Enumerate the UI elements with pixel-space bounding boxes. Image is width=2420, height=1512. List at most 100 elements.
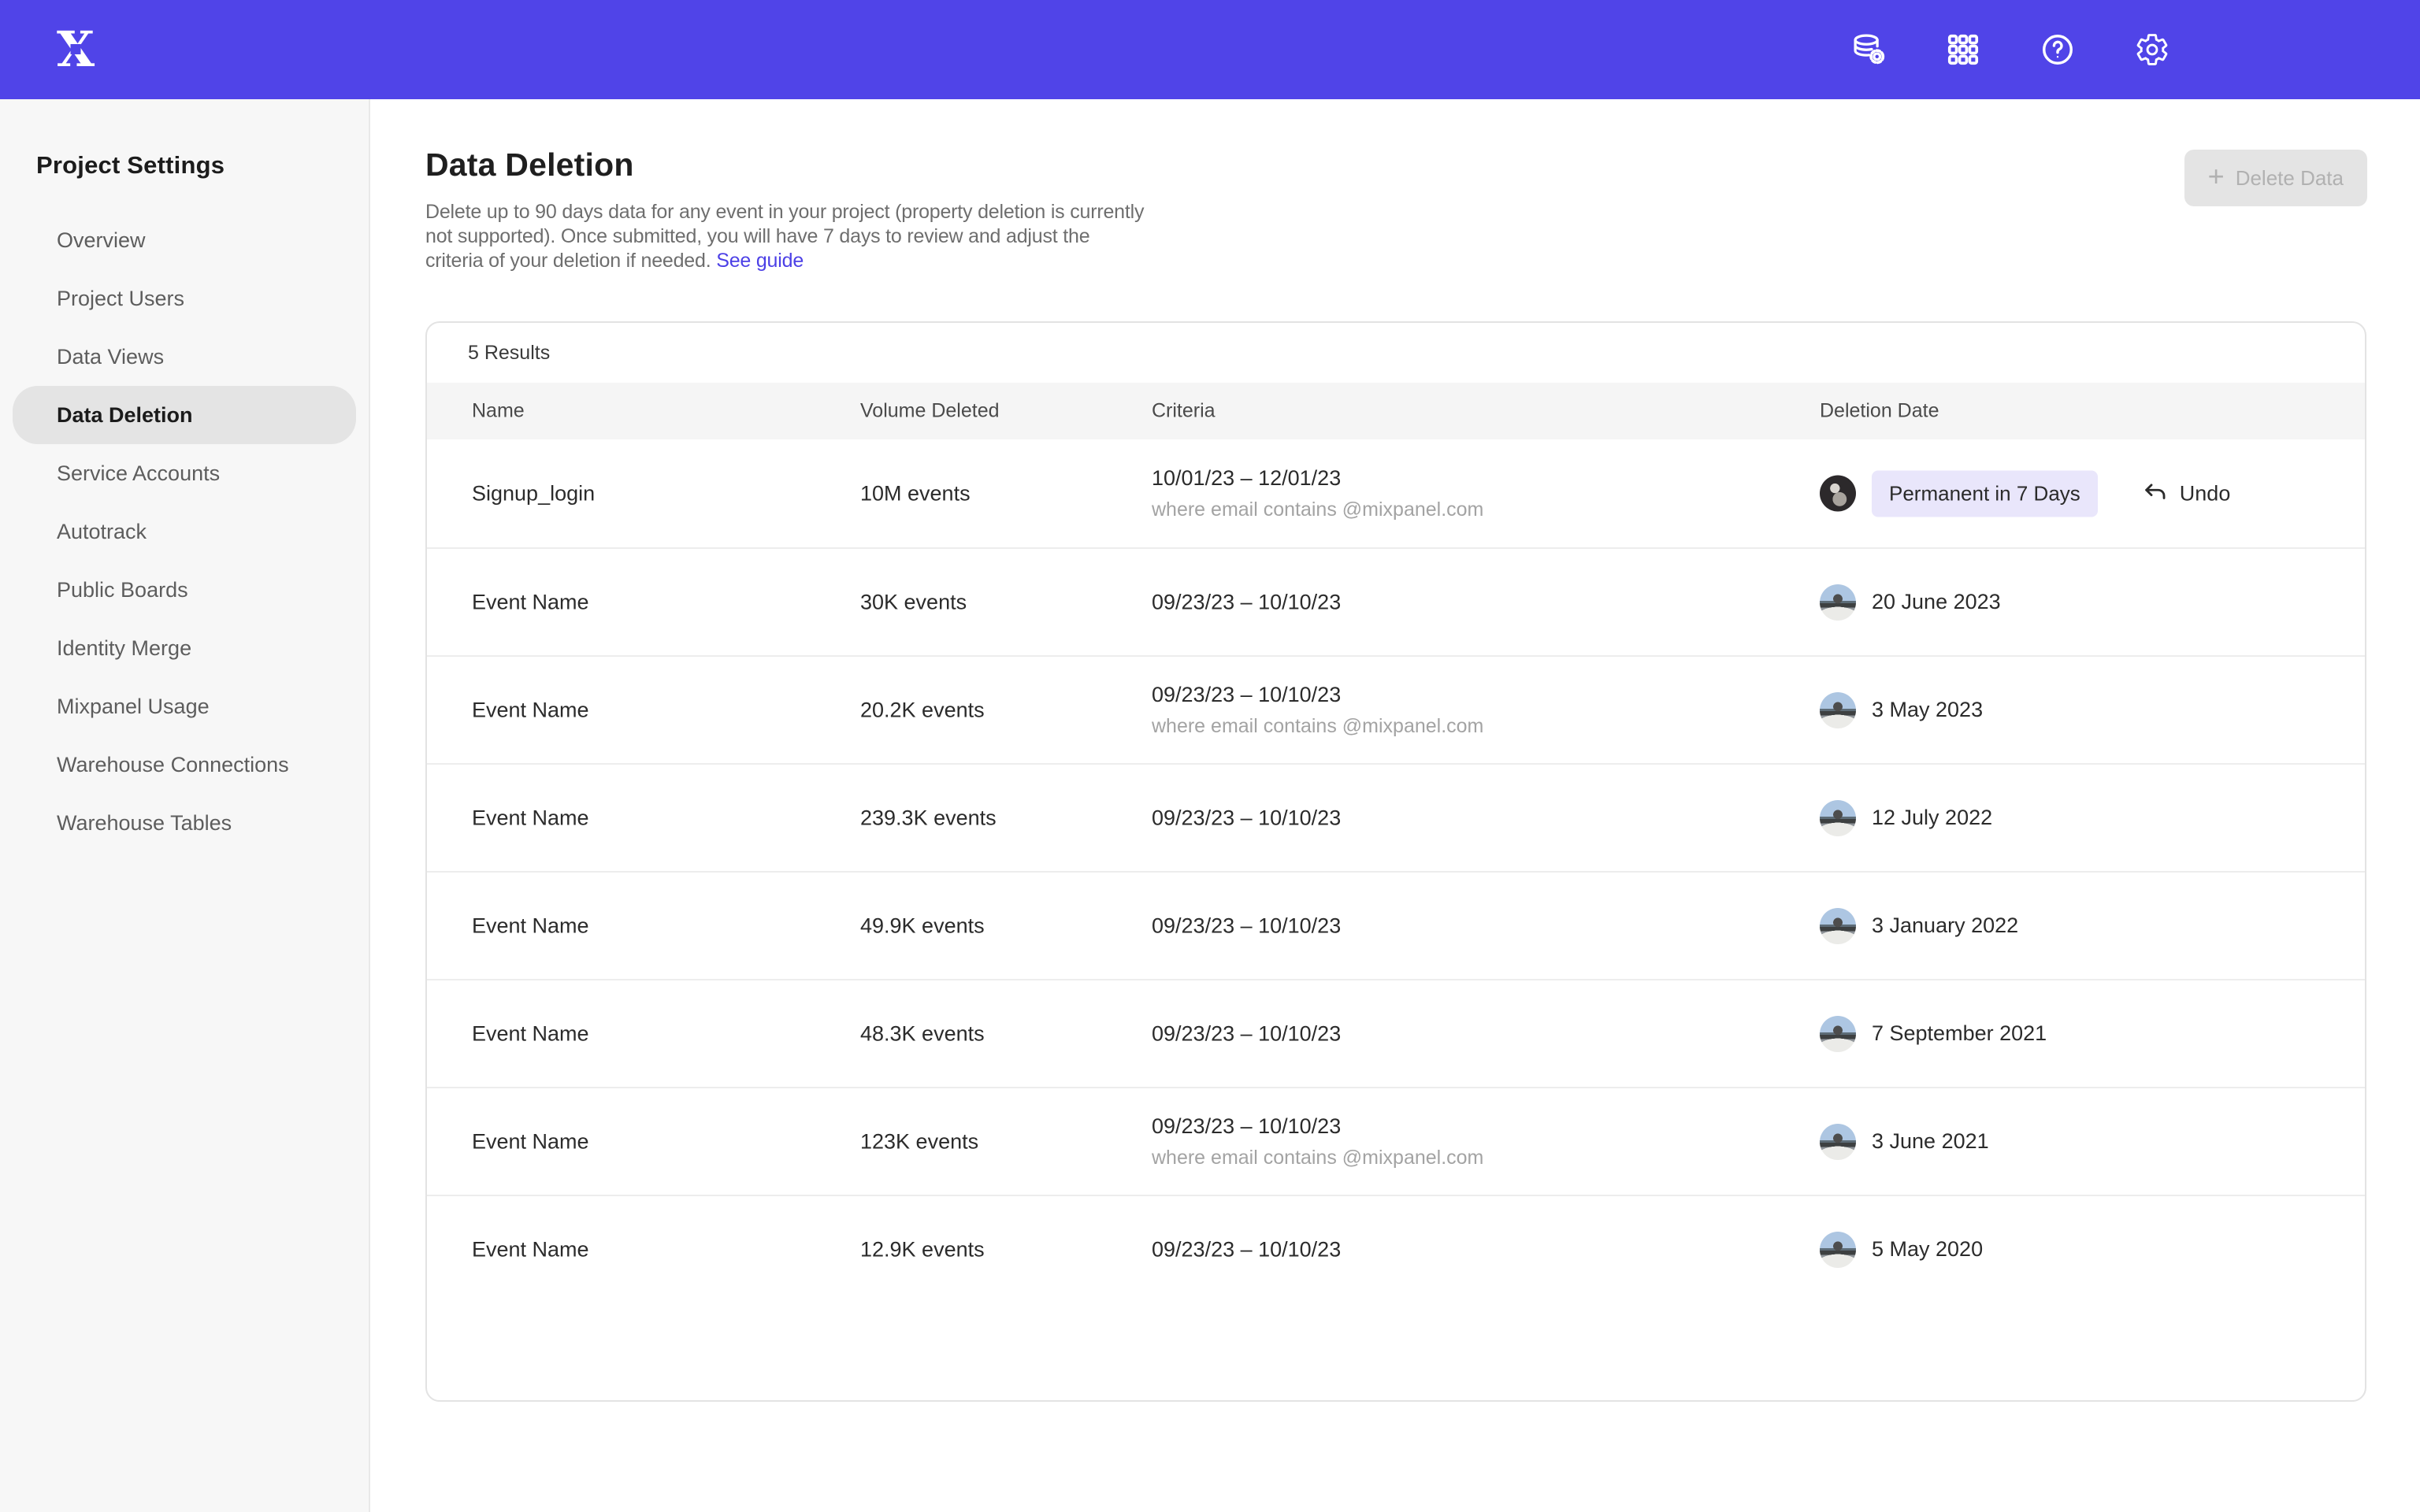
cell-criteria: 09/23/23 – 10/10/23 where email contains …	[1152, 683, 1483, 738]
sidebar-item-data-views[interactable]: Data Views	[13, 328, 356, 386]
cell-name: Event Name	[472, 1129, 589, 1154]
undo-label: Undo	[2180, 481, 2231, 506]
cell-deletion-date: 7 September 2021	[1820, 1016, 2047, 1052]
table-row: Event Name 12.9K events 09/23/23 – 10/10/2…	[427, 1195, 2365, 1303]
undo-button[interactable]: Undo	[2142, 480, 2231, 507]
sidebar-item-identity-merge[interactable]: Identity Merge	[13, 619, 356, 677]
cell-volume-deleted: 48.3K events	[860, 1021, 985, 1046]
cell-criteria: 09/23/23 – 10/10/23	[1152, 914, 1341, 938]
sidebar-title: Project Settings	[0, 99, 369, 180]
cell-deletion-date: 20 June 2023	[1820, 584, 2001, 621]
settings-icon[interactable]	[2133, 31, 2171, 69]
table-row: Event Name 48.3K events 09/23/23 – 10/10/2…	[427, 979, 2365, 1087]
deletion-date-value: 7 September 2021	[1872, 1021, 2047, 1046]
sidebar-item-warehouse-connections[interactable]: Warehouse Connections	[13, 736, 356, 794]
cell-deletion-date: 12 July 2022	[1820, 800, 1992, 836]
user-avatar	[1820, 692, 1856, 728]
table-body: Signup_login 10M events 10/01/23 – 12/01/2…	[427, 439, 2365, 1303]
page-title: Data Deletion	[425, 146, 634, 183]
criteria-range: 09/23/23 – 10/10/23	[1152, 914, 1341, 938]
mixpanel-logo[interactable]: X	[44, 18, 107, 81]
criteria-range: 09/23/23 – 10/10/23	[1152, 806, 1341, 830]
main-content: Data Deletion Delete up to 90 days data …	[370, 99, 2420, 1512]
cell-criteria: 09/23/23 – 10/10/23	[1152, 806, 1341, 830]
cell-deletion-date: 3 May 2023	[1820, 692, 1983, 728]
mixpanel-logo-hole	[71, 44, 81, 54]
see-guide-link[interactable]: See guide	[716, 250, 804, 272]
data-management-icon[interactable]	[1850, 31, 1887, 69]
top-navigation-bar: X	[0, 0, 2420, 99]
cell-volume-deleted: 239.3K events	[860, 806, 997, 830]
cell-volume-deleted: 12.9K events	[860, 1237, 985, 1262]
deletion-date-value: 3 June 2021	[1872, 1129, 1989, 1154]
table-header-row: NameVolume DeletedCriteriaDeletion Date	[427, 383, 2365, 439]
sidebar-item-warehouse-tables[interactable]: Warehouse Tables	[13, 794, 356, 852]
table-row: Event Name 123K events 09/23/23 – 10/10/23…	[427, 1087, 2365, 1195]
cell-criteria: 09/23/23 – 10/10/23 where email contains …	[1152, 1114, 1483, 1169]
undo-icon	[2142, 480, 2169, 507]
criteria-range: 09/23/23 – 10/10/23	[1152, 1021, 1341, 1046]
cell-volume-deleted: 30K events	[860, 590, 967, 614]
criteria-filter: where email contains @mixpanel.com	[1152, 715, 1483, 738]
cell-volume-deleted: 10M events	[860, 481, 971, 506]
apps-grid-icon[interactable]	[1944, 31, 1982, 69]
cell-name: Event Name	[472, 1237, 589, 1262]
plus-icon: +	[2208, 162, 2225, 191]
results-count: 5 Results	[427, 323, 2365, 383]
sidebar-item-project-users[interactable]: Project Users	[13, 269, 356, 328]
user-avatar	[1820, 908, 1856, 944]
criteria-range: 09/23/23 – 10/10/23	[1152, 1237, 1341, 1262]
cell-criteria: 10/01/23 – 12/01/23 where email contains …	[1152, 466, 1483, 521]
sidebar-menu: OverviewProject UsersData ViewsData Dele…	[0, 211, 369, 852]
cell-volume-deleted: 49.9K events	[860, 914, 985, 938]
cell-criteria: 09/23/23 – 10/10/23	[1152, 590, 1341, 614]
cell-name: Event Name	[472, 914, 589, 938]
criteria-range: 10/01/23 – 12/01/23	[1152, 466, 1483, 491]
criteria-filter: where email contains @mixpanel.com	[1152, 1147, 1483, 1169]
user-avatar	[1820, 800, 1856, 836]
cell-criteria: 09/23/23 – 10/10/23	[1152, 1237, 1341, 1262]
table-row: Event Name 20.2K events 09/23/23 – 10/10/2…	[427, 655, 2365, 763]
column-header-deletion-date: Deletion Date	[1820, 400, 1939, 423]
help-icon[interactable]	[2039, 31, 2077, 69]
deletion-date-value: 3 January 2022	[1872, 914, 2018, 938]
delete-data-button-label: Delete Data	[2236, 166, 2344, 191]
page-description: Delete up to 90 days data for any event …	[425, 200, 1147, 273]
table-row: Event Name 239.3K events 09/23/23 – 10/10/…	[427, 763, 2365, 871]
top-icons	[1850, 31, 2171, 69]
criteria-range: 09/23/23 – 10/10/23	[1152, 1114, 1483, 1139]
sidebar-item-autotrack[interactable]: Autotrack	[13, 502, 356, 561]
cell-name: Event Name	[472, 806, 589, 830]
sidebar: Project Settings OverviewProject UsersDa…	[0, 99, 370, 1512]
cell-name: Signup_login	[472, 481, 595, 506]
cell-deletion-date: 3 January 2022	[1820, 908, 2018, 944]
cell-volume-deleted: 20.2K events	[860, 698, 985, 722]
user-avatar	[1820, 1016, 1856, 1052]
table-row: Event Name 49.9K events 09/23/23 – 10/10/2…	[427, 871, 2365, 979]
deletion-date-value: 12 July 2022	[1872, 806, 1992, 830]
user-avatar	[1820, 584, 1856, 621]
cell-criteria: 09/23/23 – 10/10/23	[1152, 1021, 1341, 1046]
sidebar-item-mixpanel-usage[interactable]: Mixpanel Usage	[13, 677, 356, 736]
criteria-range: 09/23/23 – 10/10/23	[1152, 590, 1341, 614]
cell-name: Event Name	[472, 698, 589, 722]
column-header-name: Name	[472, 400, 525, 423]
cell-deletion-date: 5 May 2020	[1820, 1232, 1983, 1268]
pending-deletion-badge: Permanent in 7 Days	[1872, 470, 2098, 517]
criteria-range: 09/23/23 – 10/10/23	[1152, 683, 1483, 707]
deletion-table-card: 5 Results NameVolume DeletedCriteriaDele…	[425, 321, 2366, 1402]
table-row: Signup_login 10M events 10/01/23 – 12/01/2…	[427, 439, 2365, 547]
cell-volume-deleted: 123K events	[860, 1129, 978, 1154]
sidebar-item-data-deletion[interactable]: Data Deletion	[13, 386, 356, 444]
criteria-filter: where email contains @mixpanel.com	[1152, 498, 1483, 521]
delete-data-button[interactable]: + Delete Data	[2184, 150, 2367, 206]
cell-name: Event Name	[472, 590, 589, 614]
user-avatar	[1820, 1232, 1856, 1268]
cell-name: Event Name	[472, 1021, 589, 1046]
sidebar-item-service-accounts[interactable]: Service Accounts	[13, 444, 356, 502]
column-header-criteria: Criteria	[1152, 400, 1216, 423]
table-row: Event Name 30K events 09/23/23 – 10/10/23 2…	[427, 547, 2365, 655]
sidebar-item-overview[interactable]: Overview	[13, 211, 356, 269]
sidebar-item-public-boards[interactable]: Public Boards	[13, 561, 356, 619]
deletion-date-value: 5 May 2020	[1872, 1237, 1983, 1262]
